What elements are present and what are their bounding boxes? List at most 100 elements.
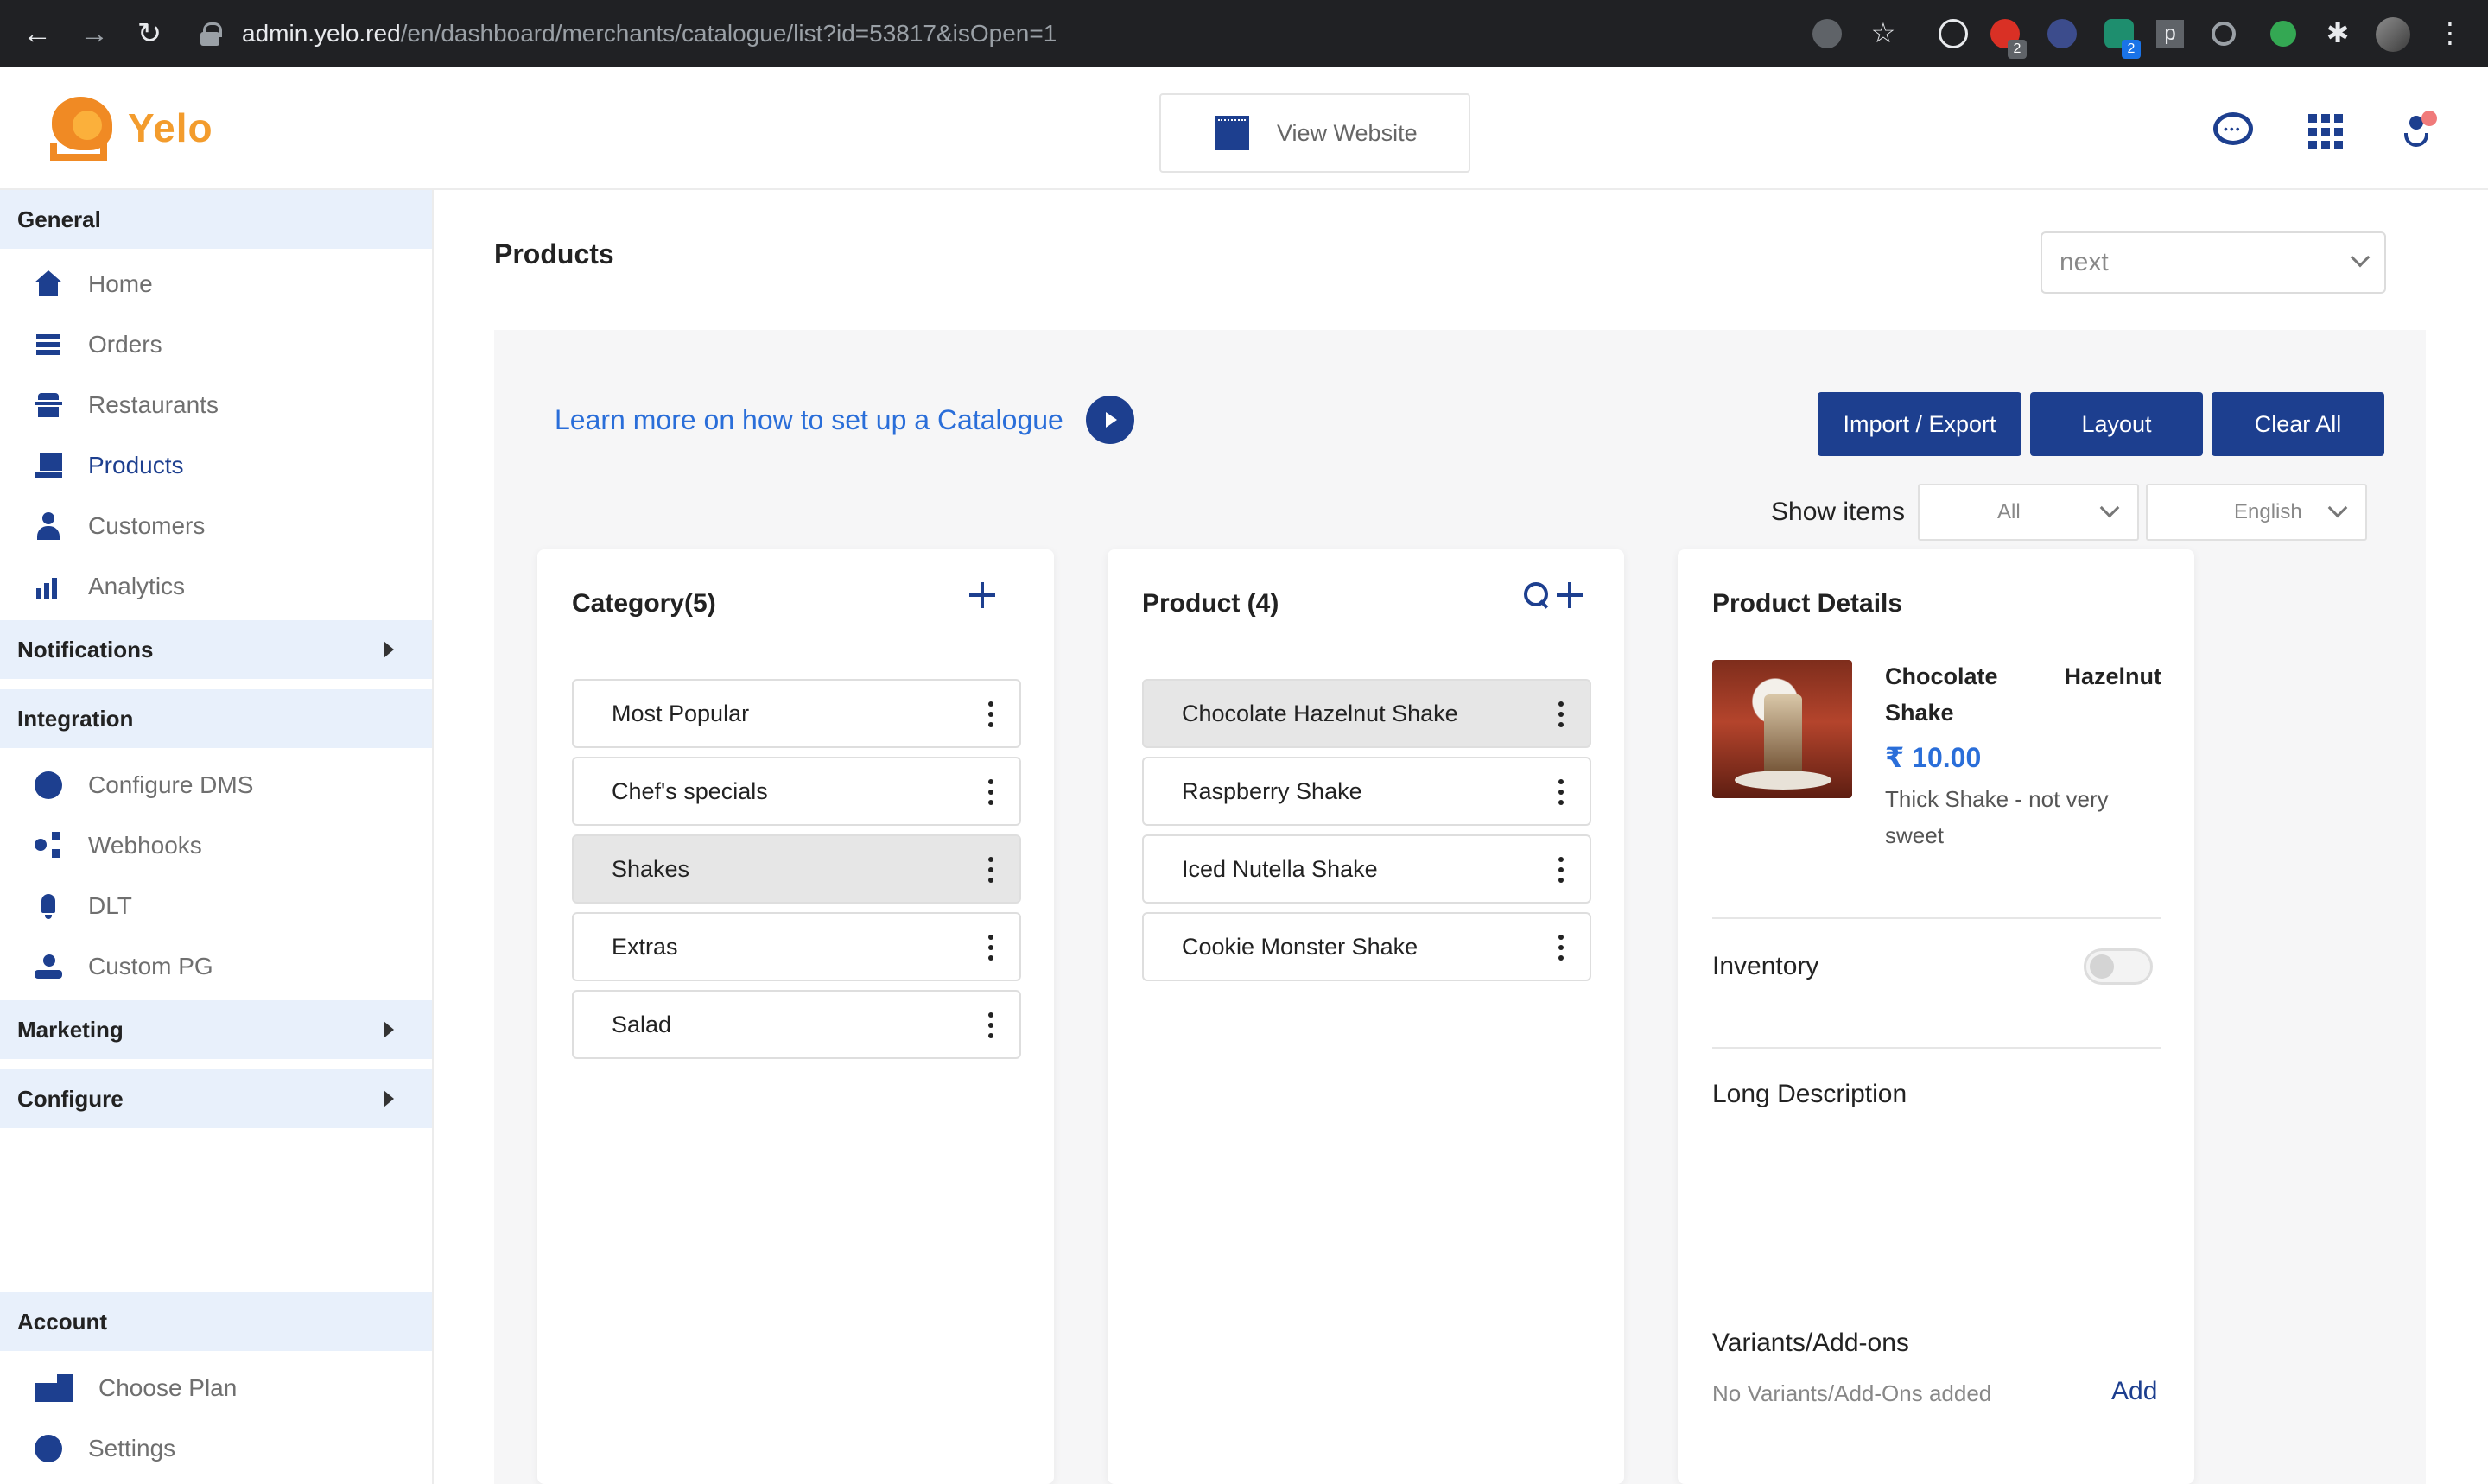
store-select-value: next — [2060, 248, 2109, 276]
layout-button[interactable]: Layout — [2030, 392, 2203, 456]
view-website-label: View Website — [1277, 119, 1418, 146]
products-icon — [35, 452, 62, 479]
sidebar-item-choose-plan[interactable]: Choose Plan — [0, 1363, 432, 1413]
product-title: Product (4) — [1142, 589, 1279, 618]
language-select[interactable]: English — [2146, 484, 2367, 541]
learn-more-link[interactable]: Learn more on how to set up a Catalogue — [555, 396, 1134, 444]
section-label: Notifications — [17, 636, 154, 663]
chevron-down-icon — [2327, 498, 2348, 518]
sidebar-item-label: Analytics — [88, 573, 186, 599]
kebab-menu-icon[interactable] — [988, 701, 993, 727]
product-price: ₹ 10.00 — [1885, 742, 1982, 773]
divider — [1712, 1047, 2161, 1049]
browser-menu-icon[interactable]: ⋮ — [2433, 16, 2467, 50]
product-row-selected[interactable]: Chocolate Hazelnut Shake — [1142, 679, 1591, 748]
yelo-logo[interactable]: Yelo — [43, 93, 213, 162]
sidebar-item-orders[interactable]: Orders — [0, 320, 432, 370]
react-extension-icon[interactable] — [1939, 19, 1968, 48]
product-name: Iced Nutella Shake — [1182, 855, 1378, 882]
language-value: English — [2234, 500, 2302, 523]
category-row[interactable]: Chef's specials — [572, 757, 1021, 826]
kebab-menu-icon[interactable] — [988, 1012, 993, 1038]
product-row[interactable]: Raspberry Shake — [1142, 757, 1591, 826]
extension-c-icon[interactable] — [2212, 22, 2236, 46]
kebab-menu-icon[interactable] — [1558, 779, 1564, 805]
chat-icon[interactable]: ••• — [2212, 109, 2256, 154]
sidebar-item-label: Webhooks — [88, 832, 202, 859]
sidebar-section-account: Account — [0, 1292, 432, 1351]
sidebar-section-notifications[interactable]: Notifications — [0, 620, 432, 679]
back-icon[interactable]: ← — [19, 16, 55, 52]
add-variant-link[interactable]: Add — [2111, 1377, 2157, 1406]
product-details-card: Product Details Chocolate Hazelnut Shake… — [1678, 549, 2194, 1484]
star-icon[interactable]: ☆ — [1866, 16, 1901, 50]
lion-logo-icon — [43, 93, 117, 162]
category-name: Shakes — [612, 855, 690, 882]
chevron-down-icon — [2350, 247, 2371, 268]
sidebar-item-webhooks[interactable]: Webhooks — [0, 821, 432, 871]
reload-icon[interactable]: ↻ — [131, 16, 168, 52]
sidebar-item-dlt[interactable]: DLT — [0, 881, 432, 931]
import-export-button[interactable]: Import / Export — [1818, 392, 2022, 456]
sidebar-item-products[interactable]: Products — [0, 441, 432, 491]
store-select[interactable]: next — [2041, 231, 2386, 294]
address-bar[interactable]: admin.yelo.red/en/dashboard/merchants/ca… — [200, 7, 1842, 60]
kebab-menu-icon[interactable] — [988, 935, 993, 961]
kebab-menu-icon[interactable] — [1558, 857, 1564, 883]
long-description-label: Long Description — [1712, 1080, 1907, 1108]
apps-grid-icon[interactable] — [2308, 114, 2345, 150]
section-label: Marketing — [17, 1016, 124, 1043]
category-row-selected[interactable]: Shakes — [572, 834, 1021, 904]
sidebar-item-label: Home — [88, 270, 153, 297]
sidebar-item-settings[interactable]: Settings — [0, 1424, 432, 1474]
puzzle-icon[interactable]: ✱ — [2320, 16, 2355, 50]
sidebar-section-marketing[interactable]: Marketing — [0, 1000, 432, 1059]
kebab-menu-icon[interactable] — [1558, 935, 1564, 961]
extension-glasses-icon[interactable] — [2047, 19, 2077, 48]
mail-icon — [35, 771, 62, 799]
forward-icon[interactable]: → — [76, 16, 112, 52]
inventory-toggle[interactable] — [2084, 948, 2153, 985]
url-host: admin.yelo.red — [242, 20, 401, 47]
add-product-icon[interactable] — [1557, 582, 1583, 608]
user-profile-icon[interactable] — [2397, 111, 2442, 155]
sidebar-section-configure[interactable]: Configure — [0, 1069, 432, 1128]
clear-all-button[interactable]: Clear All — [2212, 392, 2384, 456]
kebab-menu-icon[interactable] — [1558, 701, 1564, 727]
sidebar-item-configure-dms[interactable]: Configure DMS — [0, 760, 432, 810]
show-items-select[interactable]: All — [1918, 484, 2139, 541]
incognito-icon[interactable] — [1812, 19, 1842, 48]
section-label: Integration — [17, 705, 134, 732]
product-row[interactable]: Iced Nutella Shake — [1142, 834, 1591, 904]
learn-more-text: Learn more on how to set up a Catalogue — [555, 403, 1063, 435]
extension-p-icon[interactable]: p — [2156, 20, 2184, 48]
product-image[interactable] — [1712, 660, 1852, 798]
view-website-button[interactable]: View Website — [1159, 93, 1470, 173]
play-icon[interactable] — [1085, 396, 1134, 444]
category-name: Chef's specials — [612, 777, 768, 804]
product-name: Raspberry Shake — [1182, 777, 1362, 804]
category-row[interactable]: Extras — [572, 912, 1021, 981]
sidebar-item-label: Products — [88, 452, 184, 479]
add-category-icon[interactable] — [969, 582, 995, 608]
search-icon[interactable] — [1524, 582, 1550, 608]
caret-right-icon — [384, 641, 394, 658]
browser-profile-avatar[interactable] — [2376, 17, 2410, 52]
category-row[interactable]: Most Popular — [572, 679, 1021, 748]
sidebar-item-custom-pg[interactable]: Custom PG — [0, 942, 432, 992]
browser-toolbar: ← → ↻ admin.yelo.red/en/dashboard/mercha… — [0, 0, 2488, 67]
sidebar-section-general: General — [0, 190, 432, 249]
product-row[interactable]: Cookie Monster Shake — [1142, 912, 1591, 981]
section-label: Account — [17, 1308, 107, 1335]
chevron-down-icon — [2099, 498, 2120, 518]
category-row[interactable]: Salad — [572, 990, 1021, 1059]
sidebar-item-restaurants[interactable]: Restaurants — [0, 380, 432, 430]
sidebar-item-analytics[interactable]: Analytics — [0, 561, 432, 612]
sidebar-item-customers[interactable]: Customers — [0, 501, 432, 551]
extension-green-icon[interactable] — [2270, 21, 2296, 47]
gear-icon — [35, 1435, 62, 1462]
sidebar-item-home[interactable]: Home — [0, 259, 432, 309]
product-name: Chocolate Hazelnut Shake — [1182, 700, 1458, 726]
kebab-menu-icon[interactable] — [988, 857, 993, 883]
kebab-menu-icon[interactable] — [988, 779, 993, 805]
